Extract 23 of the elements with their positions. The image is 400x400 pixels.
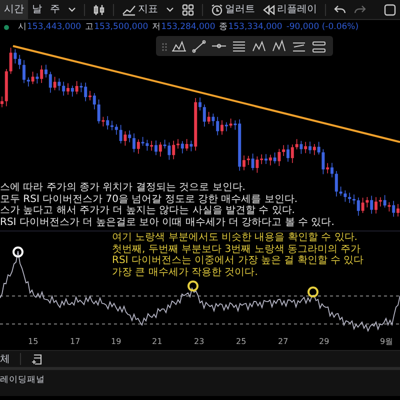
axis-label: 17 — [70, 336, 80, 348]
axis-label: 15 — [28, 336, 38, 348]
axis-label: 21 — [152, 336, 162, 348]
axis-label: 29 — [319, 336, 330, 348]
range-button[interactable]: 체 — [0, 349, 14, 369]
axis-label: 25 — [236, 336, 246, 348]
axis-label: 23 — [194, 336, 204, 348]
indicator-button[interactable]: 지표 — [118, 0, 162, 20]
axis-label: 27 — [278, 336, 288, 348]
replay-button[interactable]: 리플레이 — [259, 0, 321, 20]
timeframe-tab[interactable]: 주 — [46, 0, 64, 20]
trading-panel-tab[interactable]: 레이딩패널 — [0, 375, 45, 385]
timeframe-tab[interactable]: 날 — [28, 0, 46, 20]
axis-label: 19 — [111, 336, 122, 348]
alert-button[interactable]: 얼러트 — [207, 0, 259, 20]
timeframe-tab[interactable]: 시간 — [0, 0, 28, 20]
ohlc-value: 저 153,284,000 — [152, 20, 216, 34]
ohlc-value: 고 153,500,000 — [85, 20, 148, 34]
ohlc-value: 종 153,334,000 — [219, 20, 282, 34]
ohlc-value: 시 153,443,000 — [18, 20, 82, 34]
annotation-note: 스에 따라 주가의 종가 위치가 결정되는 것으로 보인다. 모두 RSI 다이버전스가 70을 넘어갈 정도로 강한 매수세를 보인다. 스가 높다고 해서 주가가 더 높지는 않다는 사실을 발견할 수 있다. RSI 다이버전스가 더 높은걸로 보아 이때 매수세가 더 강하다고 볼 수 있다. — [0, 182, 334, 228]
price-change: -90,000 (-0.06%) — [286, 20, 359, 34]
axis-label: 9월 — [380, 336, 394, 348]
